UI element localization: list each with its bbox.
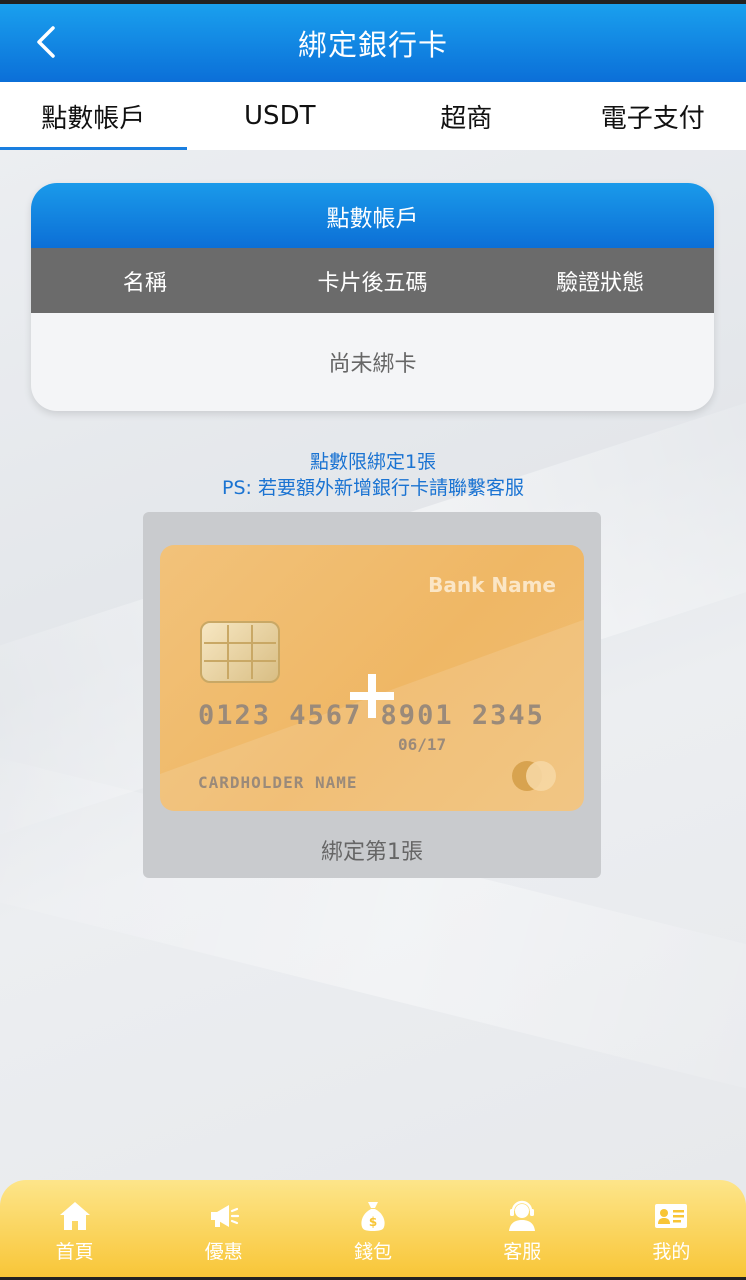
card-bank-name: Bank Name bbox=[428, 573, 556, 597]
tab-usdt[interactable]: USDT bbox=[187, 82, 374, 150]
money-bag-icon: $ bbox=[361, 1201, 385, 1231]
home-icon bbox=[59, 1201, 90, 1230]
page-title: 綁定銀行卡 bbox=[297, 28, 448, 62]
card-network-logo-icon bbox=[512, 761, 556, 791]
id-card-icon bbox=[655, 1203, 688, 1228]
nav-label: 首頁 bbox=[55, 1240, 94, 1263]
support-agent-icon bbox=[509, 1200, 536, 1231]
card-chip-icon bbox=[200, 621, 280, 683]
bound-cards-panel: 點數帳戶 名稱 卡片後五碼 驗證狀態 尚未綁卡 bbox=[31, 183, 714, 411]
tab-points-account[interactable]: 點數帳戶 bbox=[0, 82, 187, 150]
plus-icon bbox=[350, 674, 394, 718]
app-header: 綁定銀行卡 bbox=[0, 4, 746, 82]
nav-label: 優惠 bbox=[204, 1240, 243, 1263]
back-button[interactable] bbox=[28, 22, 64, 62]
panel-title: 點數帳戶 bbox=[31, 183, 714, 248]
add-card-button[interactable]: Bank Name 0123 4567 8901 2345 06/17 CARD… bbox=[143, 512, 601, 878]
nav-label: 客服 bbox=[503, 1240, 542, 1263]
nav-item-profile[interactable]: 我的 bbox=[597, 1180, 746, 1280]
limit-note: 點數限綁定1張 bbox=[309, 451, 437, 473]
nav-item-home[interactable]: 首頁 bbox=[0, 1180, 149, 1280]
column-header-name: 名稱 bbox=[122, 270, 167, 296]
column-header-verification: 驗證狀態 bbox=[556, 270, 645, 296]
nav-label: 我的 bbox=[652, 1240, 691, 1263]
svg-text:$: $ bbox=[369, 1215, 377, 1229]
tab-bar: 點數帳戶 USDT 超商 電子支付 bbox=[0, 82, 746, 150]
nav-item-customer-service[interactable]: 客服 bbox=[448, 1180, 597, 1280]
nav-label: 錢包 bbox=[354, 1240, 393, 1263]
card-expiry: 06/17 bbox=[398, 735, 447, 754]
nav-item-wallet[interactable]: $ 錢包 bbox=[298, 1180, 447, 1280]
contact-support-note: PS: 若要額外新增銀行卡請聯繫客服 bbox=[222, 477, 524, 499]
card-holder: CARDHOLDER NAME bbox=[198, 773, 358, 792]
empty-state-text: 尚未綁卡 bbox=[328, 352, 417, 377]
column-header-last-five: 卡片後五碼 bbox=[317, 270, 428, 296]
chevron-left-icon bbox=[37, 26, 55, 58]
table-header: 名稱 卡片後五碼 驗證狀態 bbox=[31, 248, 714, 313]
add-card-label: 綁定第1張 bbox=[321, 840, 423, 865]
megaphone-icon bbox=[210, 1204, 239, 1227]
tab-convenience-store[interactable]: 超商 bbox=[373, 82, 560, 150]
nav-item-promotions[interactable]: 優惠 bbox=[149, 1180, 298, 1280]
bottom-navigation: 首頁 優惠 $ 錢包 客服 我的 bbox=[0, 1180, 746, 1280]
tab-e-payment[interactable]: 電子支付 bbox=[560, 82, 746, 150]
